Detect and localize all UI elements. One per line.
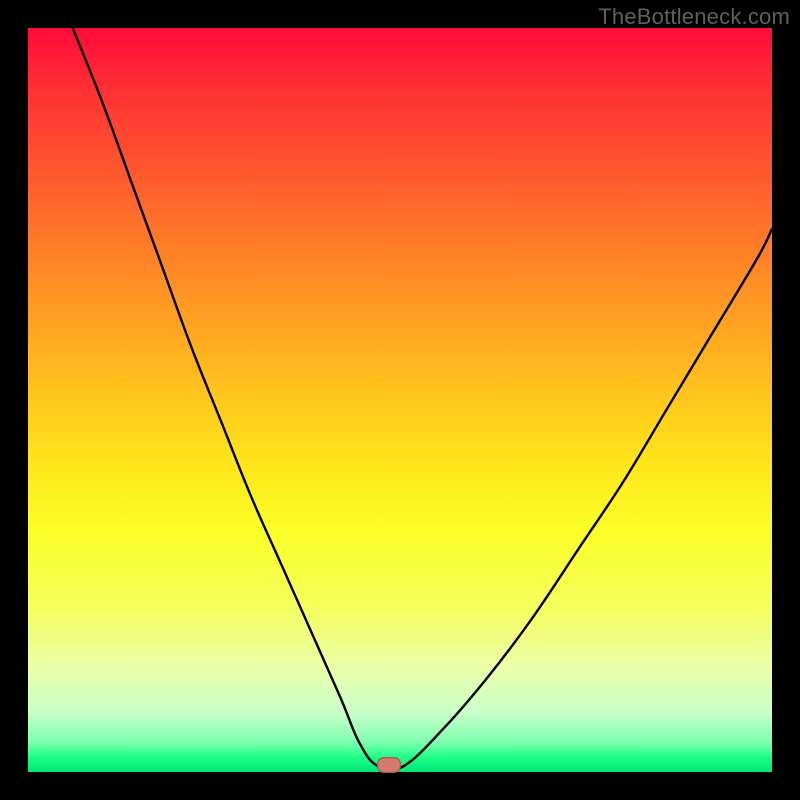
plot-area (28, 28, 772, 772)
bottleneck-curve (28, 28, 772, 772)
bottleneck-marker (377, 757, 401, 773)
watermark-text: TheBottleneck.com (598, 4, 790, 30)
chart-stage: TheBottleneck.com (0, 0, 800, 800)
